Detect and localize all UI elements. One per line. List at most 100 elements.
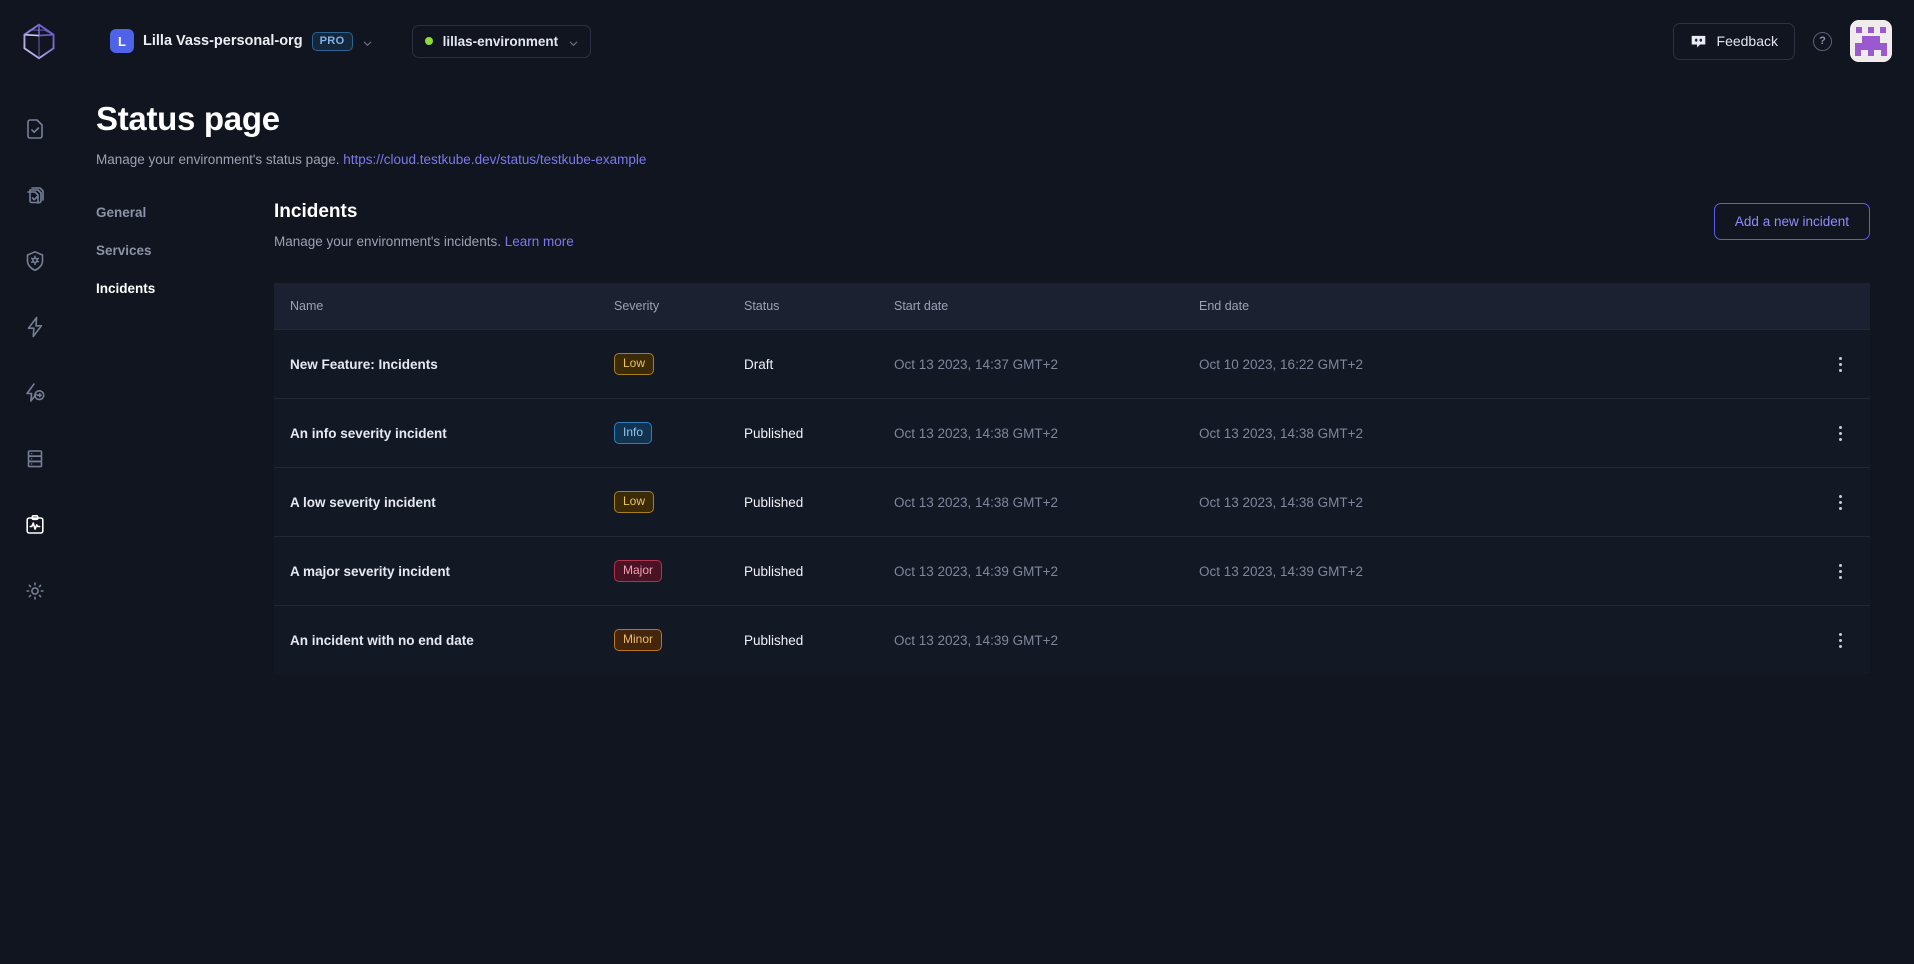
severity-badge: Low (614, 491, 654, 514)
table-row[interactable]: A low severity incidentLowPublishedOct 1… (274, 468, 1870, 537)
org-avatar: L (110, 29, 134, 53)
sidebar-item-webhooks[interactable] (13, 362, 57, 428)
table-row[interactable]: An info severity incidentInfoPublishedOc… (274, 399, 1870, 468)
cell-start-date: Oct 13 2023, 14:39 GMT+2 (894, 537, 1199, 606)
primary-nav-rail (0, 82, 70, 964)
severity-badge: Major (614, 560, 662, 583)
top-bar-actions: Feedback ? (1673, 20, 1892, 62)
section-subtitle: Manage your environment's incidents. Lea… (274, 234, 1714, 249)
chevron-down-icon (362, 36, 372, 46)
settings-body: General Services Incidents Incidents Man… (96, 201, 1870, 674)
discord-icon (1690, 33, 1707, 50)
cell-end-date: Oct 13 2023, 14:39 GMT+2 (1199, 537, 1810, 606)
sidebar-item-status-page[interactable] (13, 494, 57, 560)
table-header-row: Name Severity Status Start date End date (274, 283, 1870, 330)
sidebar-item-shield-gear[interactable] (13, 230, 57, 296)
cell-status: Published (744, 537, 894, 606)
status-report-icon (23, 513, 47, 542)
kebab-menu-icon[interactable] (1827, 627, 1853, 653)
cell-row-actions (1810, 537, 1870, 606)
page-subtitle: Manage your environment's status page. h… (96, 152, 1870, 167)
cell-incident-name: An incident with no end date (274, 606, 614, 675)
incidents-header-text: Incidents Manage your environment's inci… (274, 201, 1714, 249)
cell-status: Draft (744, 330, 894, 399)
org-switcher[interactable]: L Lilla Vass-personal-org PRO (104, 25, 378, 57)
cell-severity: Low (614, 468, 744, 537)
column-header-name[interactable]: Name (274, 283, 614, 330)
column-header-start-date[interactable]: Start date (894, 283, 1199, 330)
org-name: Lilla Vass-personal-org (143, 33, 303, 49)
cell-severity: Info (614, 399, 744, 468)
plan-badge: PRO (312, 32, 353, 51)
cell-end-date: Oct 13 2023, 14:38 GMT+2 (1199, 468, 1810, 537)
cube-logo-icon[interactable] (10, 12, 68, 70)
lightning-bolt-icon (23, 315, 47, 344)
cell-severity: Minor (614, 606, 744, 675)
cell-end-date: Oct 13 2023, 14:38 GMT+2 (1199, 399, 1810, 468)
incidents-table-head: Name Severity Status Start date End date (274, 283, 1870, 330)
environment-selector[interactable]: lillas-environment (412, 25, 592, 58)
sidebar-item-test-suites[interactable] (13, 164, 57, 230)
sidebar-item-runners[interactable] (13, 428, 57, 494)
cell-incident-name: A major severity incident (274, 537, 614, 606)
table-row[interactable]: An incident with no end dateMinor Publish… (274, 606, 1870, 675)
column-header-severity[interactable]: Severity (614, 283, 744, 330)
cell-row-actions (1810, 606, 1870, 675)
severity-badge: Minor (614, 629, 662, 652)
lightning-trigger-icon (23, 381, 47, 410)
cell-status: Published (744, 399, 894, 468)
kebab-menu-icon[interactable] (1827, 558, 1853, 584)
cell-incident-name: New Feature: Incidents (274, 330, 614, 399)
cell-incident-name: An info severity incident (274, 399, 614, 468)
table-row[interactable]: New Feature: IncidentsLow DraftOct 13 202… (274, 330, 1870, 399)
sidebar-item-settings[interactable] (13, 560, 57, 626)
chevron-down-icon (568, 36, 578, 46)
sidebar-item-triggers[interactable] (13, 296, 57, 362)
sidebar-item-incidents[interactable]: Incidents (96, 281, 274, 297)
table-row[interactable]: A major severity incidentMajorPublishedO… (274, 537, 1870, 606)
environment-name: lillas-environment (443, 34, 559, 49)
cell-severity: Major (614, 537, 744, 606)
help-icon[interactable]: ? (1813, 32, 1832, 51)
learn-more-link[interactable]: Learn more (505, 234, 574, 249)
sidebar-item-file-check[interactable] (13, 98, 57, 164)
cell-status: Published (744, 606, 894, 675)
column-header-actions (1810, 283, 1870, 330)
cell-start-date: Oct 13 2023, 14:39 GMT+2 (894, 606, 1199, 675)
top-bar: L Lilla Vass-personal-org PRO lillas-env… (0, 0, 1914, 82)
gear-settings-icon (23, 579, 47, 608)
file-check-icon (23, 117, 47, 146)
cell-severity: Low (614, 330, 744, 399)
section-title: Incidents (274, 201, 1714, 223)
kebab-menu-icon[interactable] (1827, 420, 1853, 446)
feedback-button-label: Feedback (1717, 33, 1778, 49)
kebab-menu-icon[interactable] (1827, 489, 1853, 515)
column-header-status[interactable]: Status (744, 283, 894, 330)
section-subtitle-text: Manage your environment's incidents. (274, 234, 501, 249)
cell-end-date (1199, 606, 1810, 675)
cell-start-date: Oct 13 2023, 14:38 GMT+2 (894, 399, 1199, 468)
cell-start-date: Oct 13 2023, 14:38 GMT+2 (894, 468, 1199, 537)
cell-row-actions (1810, 330, 1870, 399)
server-stack-icon (23, 447, 47, 476)
user-identicon-avatar[interactable] (1850, 20, 1892, 62)
feedback-button[interactable]: Feedback (1673, 23, 1795, 60)
incidents-table: Name Severity Status Start date End date… (274, 283, 1870, 674)
cell-start-date: Oct 13 2023, 14:37 GMT+2 (894, 330, 1199, 399)
incidents-header: Incidents Manage your environment's inci… (274, 201, 1870, 249)
severity-badge: Info (614, 422, 652, 445)
status-page-link[interactable]: https://cloud.testkube.dev/status/testku… (343, 152, 646, 167)
sidebar-item-general[interactable]: General (96, 205, 274, 221)
add-new-incident-button[interactable]: Add a new incident (1714, 203, 1870, 240)
cell-incident-name: A low severity incident (274, 468, 614, 537)
cell-row-actions (1810, 399, 1870, 468)
environment-status-dot (425, 37, 433, 45)
severity-badge: Low (614, 353, 654, 376)
cell-status: Published (744, 468, 894, 537)
sidebar-item-services[interactable]: Services (96, 243, 274, 259)
documents-check-icon (23, 183, 47, 212)
cell-row-actions (1810, 468, 1870, 537)
page-subtitle-text: Manage your environment's status page. (96, 152, 339, 167)
kebab-menu-icon[interactable] (1827, 351, 1853, 377)
column-header-end-date[interactable]: End date (1199, 283, 1810, 330)
